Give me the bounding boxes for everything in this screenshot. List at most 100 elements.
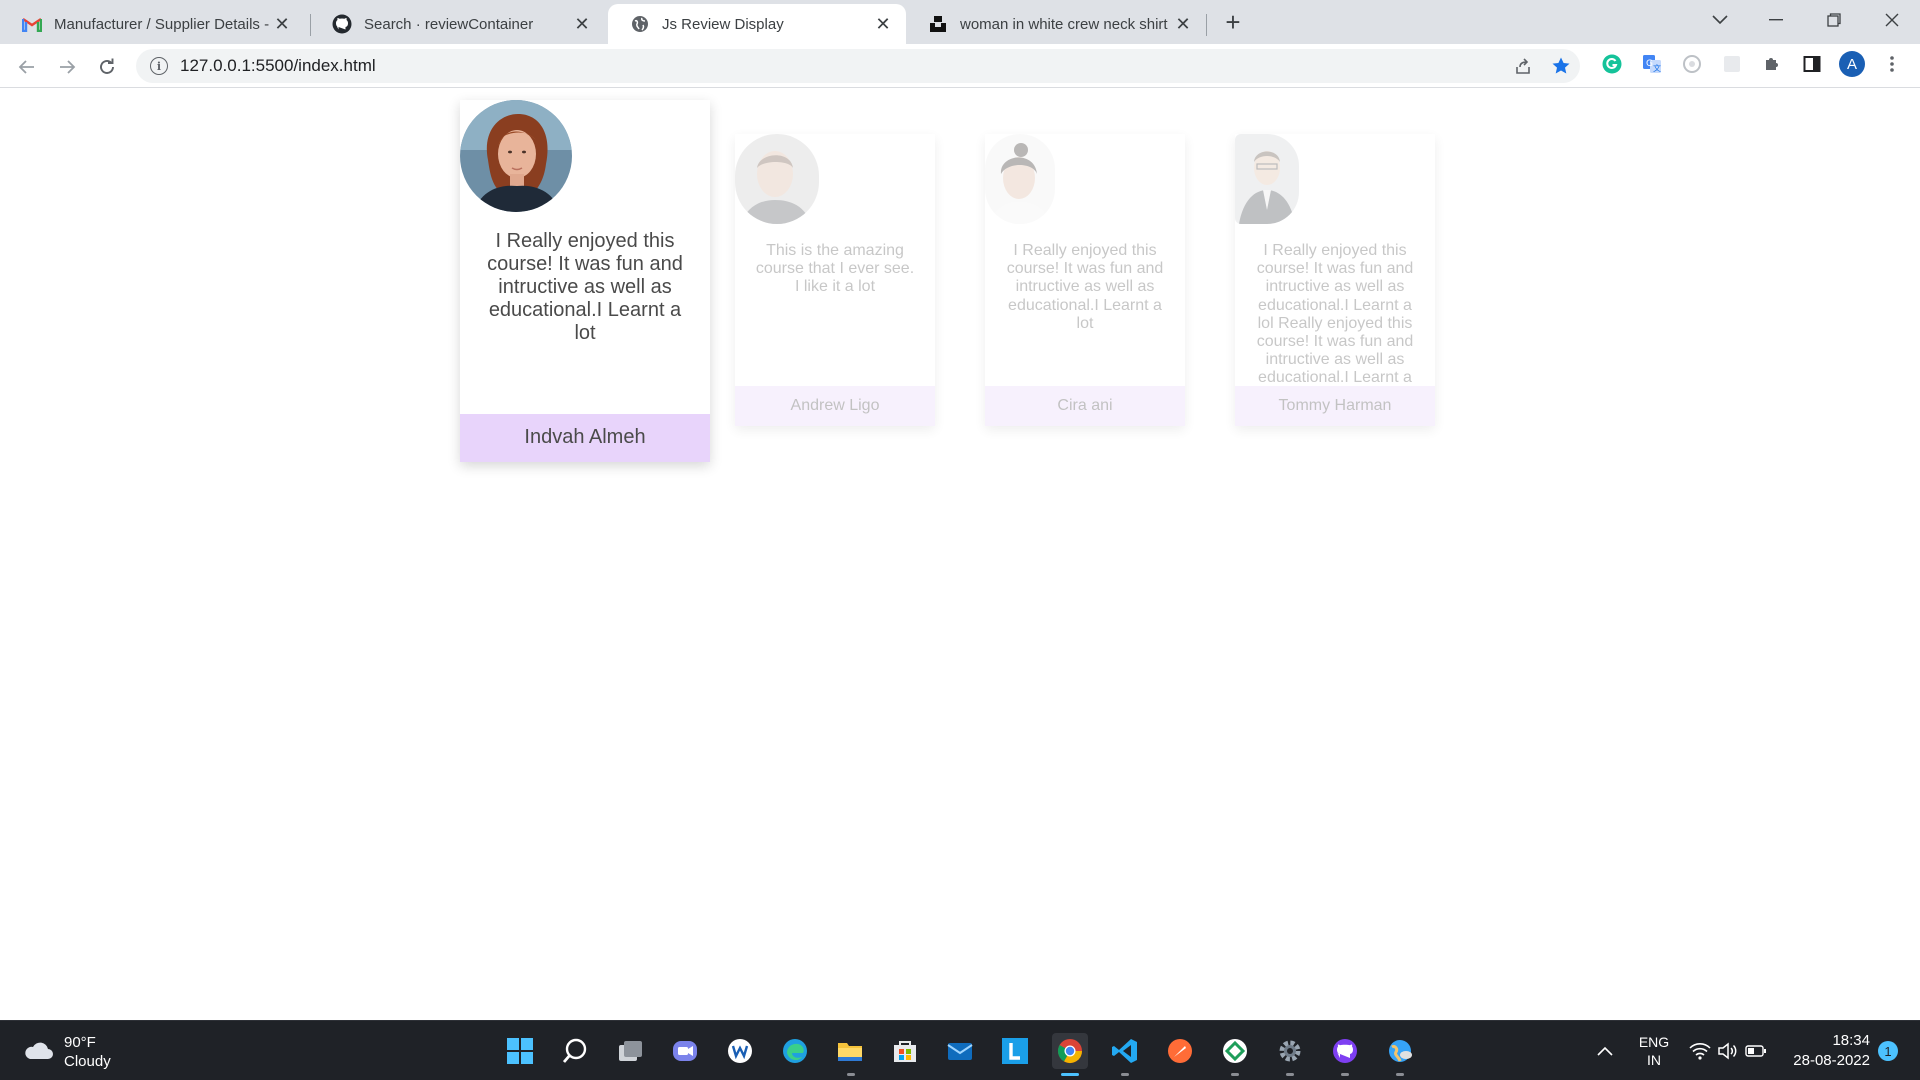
tab-title: woman in white crew neck shirt s xyxy=(960,15,1172,33)
profile-initial: A xyxy=(1839,51,1865,77)
task-view-icon[interactable] xyxy=(612,1033,648,1069)
new-tab-button[interactable]: + xyxy=(1218,8,1248,38)
address-url[interactable]: 127.0.0.1:5500/index.html xyxy=(180,56,376,76)
profile-avatar[interactable]: A xyxy=(1839,51,1865,77)
notification-count: 1 xyxy=(1878,1041,1898,1061)
clock[interactable]: 18:34 28-08-2022 xyxy=(1778,1021,1870,1080)
review-text: I Really enjoyed this course! It was fun… xyxy=(1256,242,1414,386)
clock-time: 18:34 xyxy=(1832,1032,1870,1049)
github-desktop-icon[interactable] xyxy=(1327,1033,1363,1069)
postman-icon[interactable] xyxy=(1162,1033,1198,1069)
review-card[interactable]: This is the amazing course that I ever s… xyxy=(735,134,935,426)
cloud-icon xyxy=(22,1039,54,1066)
start-windows-icon[interactable] xyxy=(502,1033,538,1069)
settings-icon[interactable] xyxy=(1272,1033,1308,1069)
tab-title: Search · reviewContainer xyxy=(364,15,534,33)
close-icon[interactable]: ✕ xyxy=(872,13,894,35)
globe-icon xyxy=(630,14,650,34)
extensions-puzzle-icon[interactable] xyxy=(1759,51,1785,77)
info-icon[interactable]: i xyxy=(150,57,168,75)
back-icon[interactable] xyxy=(12,52,42,82)
app-globe-icon[interactable] xyxy=(1382,1033,1418,1069)
teams-chat-icon[interactable] xyxy=(667,1033,703,1069)
side-panel-icon[interactable] xyxy=(1799,51,1825,77)
edge-icon[interactable] xyxy=(777,1033,813,1069)
mail-icon[interactable] xyxy=(942,1033,978,1069)
language-indicator[interactable]: ENG IN xyxy=(1628,1021,1680,1080)
review-card-active[interactable]: I Really enjoyed this course! It was fun… xyxy=(460,100,710,462)
tab-title: Js Review Display xyxy=(662,15,784,33)
close-icon[interactable]: ✕ xyxy=(271,13,293,35)
tab-search-icon[interactable] xyxy=(1692,0,1748,40)
tab-title: Manufacturer / Supplier Details - xyxy=(54,15,270,33)
clock-date: 28-08-2022 xyxy=(1793,1052,1870,1069)
tab-unsplash[interactable]: woman in white crew neck shirt s ✕ xyxy=(906,4,1206,44)
forward-icon[interactable] xyxy=(52,52,82,82)
extension-grey-icon[interactable] xyxy=(1719,51,1745,77)
github-icon xyxy=(332,14,352,34)
review-text: I Really enjoyed this course! It was fun… xyxy=(487,230,683,344)
running-indicator xyxy=(1121,1073,1129,1076)
extension-circle-icon[interactable] xyxy=(1679,51,1705,77)
close-icon[interactable]: ✕ xyxy=(1172,13,1194,35)
reviewer-photo xyxy=(1235,134,1299,224)
review-text: I Really enjoyed this course! It was fun… xyxy=(1006,242,1164,332)
reviewer-name: Tommy Harman xyxy=(1235,386,1435,426)
tab-github[interactable]: Search · reviewContainer ✕ xyxy=(310,4,605,44)
browser-toolbar: i 127.0.0.1:5500/index.html G文 A xyxy=(0,44,1920,88)
review-card[interactable]: I Really enjoyed this course! It was fun… xyxy=(985,134,1185,426)
microsoft-store-icon[interactable] xyxy=(887,1033,923,1069)
running-indicator xyxy=(847,1073,855,1076)
volume-icon[interactable] xyxy=(1714,1021,1742,1080)
tab-divider xyxy=(1206,14,1207,36)
reviewer-name: Andrew Ligo xyxy=(735,386,935,426)
share-icon[interactable] xyxy=(1510,53,1536,79)
running-indicator xyxy=(1396,1073,1404,1076)
app-icon[interactable] xyxy=(722,1033,758,1069)
running-indicator xyxy=(1341,1073,1349,1076)
weather-desc: Cloudy xyxy=(64,1053,111,1070)
windows-taskbar: 90°F Cloudy ENG IN 18:34 28-08-2022 1 xyxy=(0,1020,1920,1080)
chrome-icon[interactable] xyxy=(1052,1033,1088,1069)
l-app-icon[interactable] xyxy=(997,1033,1033,1069)
file-explorer-icon[interactable] xyxy=(832,1033,868,1069)
reviewer-photo xyxy=(460,100,572,212)
grammarly-icon[interactable] xyxy=(1599,51,1625,77)
language-region: IN xyxy=(1647,1052,1661,1068)
notification-badge[interactable]: 1 xyxy=(1876,1021,1900,1080)
unsplash-icon xyxy=(928,14,948,34)
address-bar[interactable]: i 127.0.0.1:5500/index.html xyxy=(136,49,1580,83)
tab-gmail[interactable]: Manufacturer / Supplier Details - ✕ xyxy=(0,4,305,44)
review-card[interactable]: I Really enjoyed this course! It was fun… xyxy=(1235,134,1435,426)
svg-text:G: G xyxy=(1646,59,1653,69)
bookmark-star-icon[interactable] xyxy=(1548,53,1574,79)
language-code: ENG xyxy=(1638,1034,1670,1050)
close-window-icon[interactable] xyxy=(1864,0,1920,40)
gmail-icon xyxy=(22,14,42,34)
reviewer-name: Indvah Almeh xyxy=(460,414,710,462)
reviewer-photo xyxy=(735,134,819,224)
reviewer-name: Cira ani xyxy=(985,386,1185,426)
running-indicator xyxy=(1286,1073,1294,1076)
search-icon[interactable] xyxy=(557,1033,593,1069)
google-translate-icon[interactable]: G文 xyxy=(1639,51,1665,77)
weather-widget[interactable]: 90°F Cloudy xyxy=(22,1033,111,1071)
svg-text:文: 文 xyxy=(1653,63,1661,73)
reload-icon[interactable] xyxy=(92,52,122,82)
more-menu-icon[interactable] xyxy=(1879,51,1905,77)
restore-icon[interactable] xyxy=(1806,0,1862,40)
close-icon[interactable]: ✕ xyxy=(571,13,593,35)
running-indicator xyxy=(1231,1073,1239,1076)
battery-icon[interactable] xyxy=(1742,1021,1770,1080)
minimize-icon[interactable] xyxy=(1748,0,1804,40)
vscode-icon[interactable] xyxy=(1107,1033,1143,1069)
tab-js-review-display[interactable]: Js Review Display ✕ xyxy=(608,4,906,44)
tab-strip: Manufacturer / Supplier Details - ✕ Sear… xyxy=(0,0,1920,44)
wifi-icon[interactable] xyxy=(1686,1021,1714,1080)
review-text: This is the amazing course that I ever s… xyxy=(755,242,915,296)
weather-temp: 90°F xyxy=(64,1034,96,1051)
chevron-up-icon[interactable] xyxy=(1590,1021,1620,1080)
app-green-icon[interactable] xyxy=(1217,1033,1253,1069)
active-indicator xyxy=(1061,1073,1079,1076)
reviewer-photo xyxy=(985,134,1055,224)
